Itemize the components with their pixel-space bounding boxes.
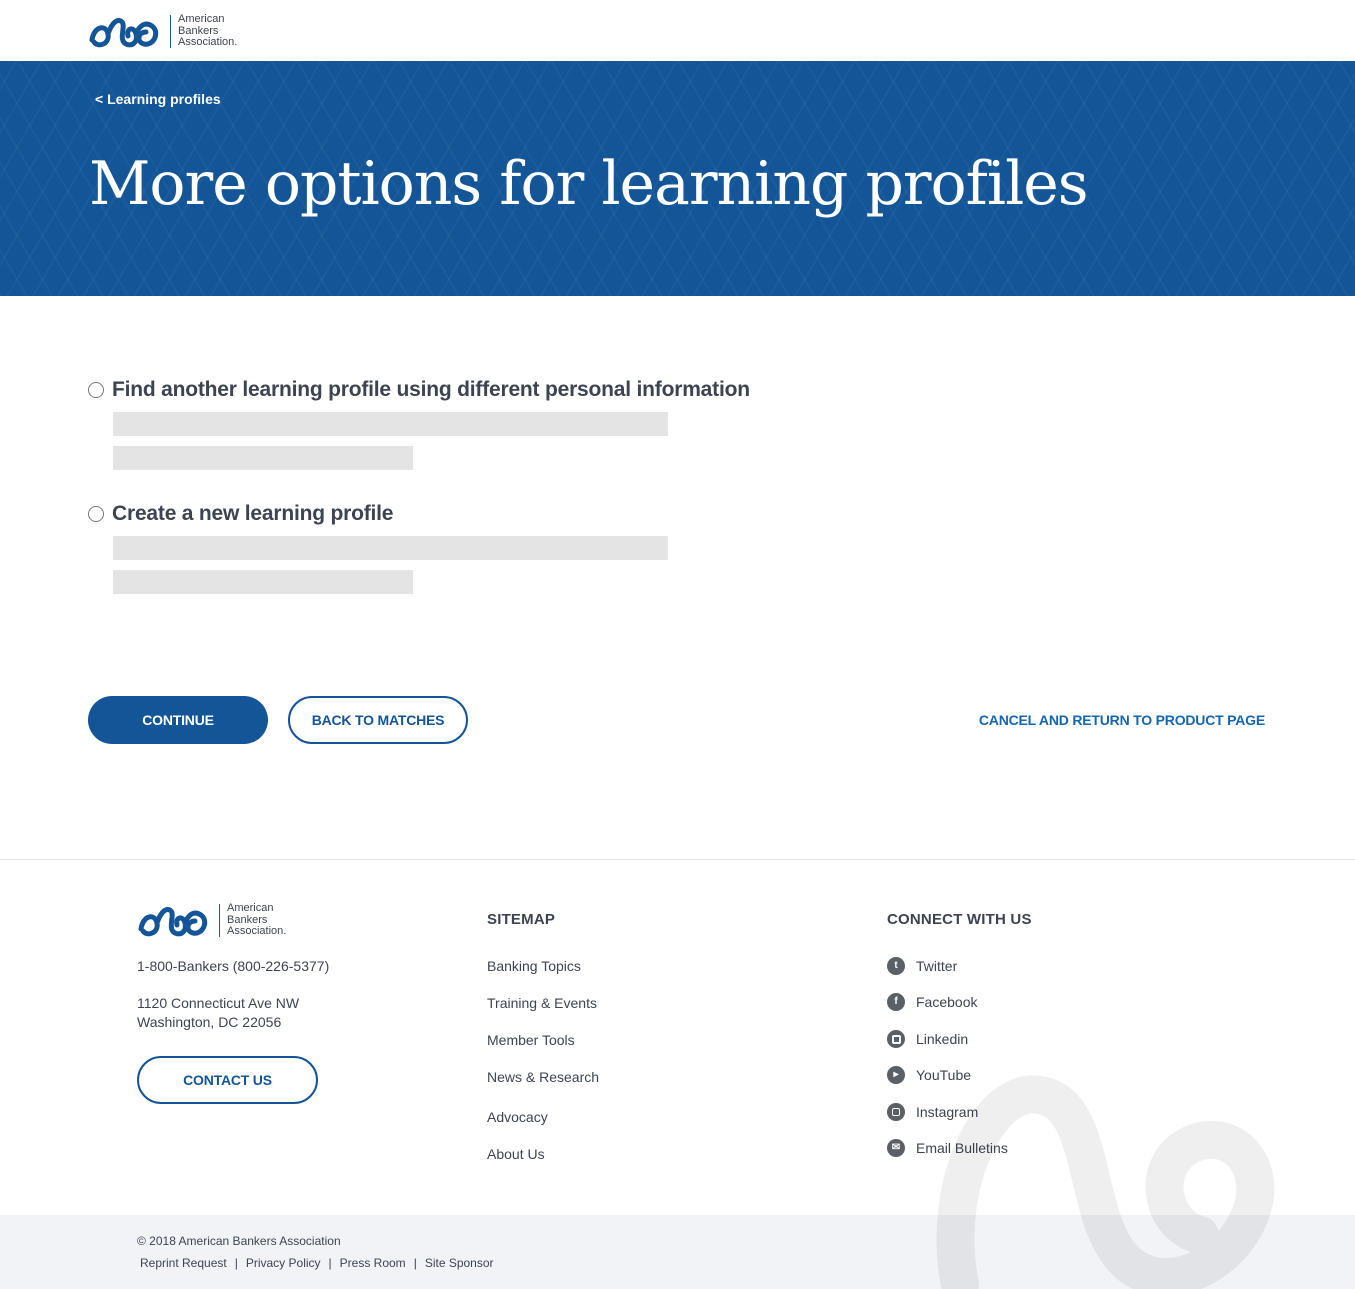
loading-placeholder-line xyxy=(113,446,413,470)
option-create-new-profile[interactable]: Create a new learning profile xyxy=(88,502,788,594)
option-find-another-profile[interactable]: Find another learning profile using diff… xyxy=(88,378,788,470)
social-label: Linkedin xyxy=(916,1031,969,1047)
sitemap-link-advocacy[interactable]: Advocacy xyxy=(487,1109,548,1125)
logo-divider xyxy=(170,14,171,48)
option-row[interactable]: Find another learning profile using diff… xyxy=(88,378,788,402)
legal-link-press-room[interactable]: Press Room xyxy=(340,1256,406,1270)
site-header: American Bankers Association. xyxy=(0,0,1355,61)
loading-placeholder-line xyxy=(113,570,413,594)
footer-aba-logo[interactable]: American Bankers Association. xyxy=(137,902,287,938)
legal-separator: | xyxy=(234,1256,238,1270)
footer-address-line1: 1120 Connecticut Ave NW xyxy=(137,995,300,1011)
footer-divider xyxy=(0,859,1355,860)
sitemap-link-about-us[interactable]: About Us xyxy=(487,1146,545,1162)
connect-heading: CONNECT WITH US xyxy=(887,911,1032,928)
logo-wordmark: American Bankers Association. xyxy=(227,902,287,938)
aba-logo-mark-icon xyxy=(89,18,159,48)
back-to-matches-button[interactable]: BACK TO MATCHES xyxy=(288,696,468,744)
continue-button[interactable]: CONTINUE xyxy=(88,696,268,744)
legal-separator: | xyxy=(413,1256,417,1270)
breadcrumb-learning-profiles[interactable]: < Learning profiles xyxy=(95,91,221,107)
linkedin-icon xyxy=(887,1030,905,1048)
radio-find-another-profile[interactable] xyxy=(88,381,104,398)
footer-bottom-bar xyxy=(0,1215,1355,1289)
social-label: YouTube xyxy=(916,1067,972,1083)
option-label[interactable]: Find another learning profile using diff… xyxy=(112,378,750,402)
social-link-instagram[interactable]: Instagram xyxy=(887,1103,978,1121)
sitemap-heading: SITEMAP xyxy=(487,911,556,928)
social-label: Facebook xyxy=(916,994,978,1010)
copyright-text: © 2018 American Bankers Association xyxy=(137,1234,341,1248)
loading-placeholder-line xyxy=(113,536,668,560)
legal-separator: | xyxy=(328,1256,332,1270)
cancel-return-link[interactable]: CANCEL AND RETURN TO PRODUCT PAGE xyxy=(979,712,1265,728)
social-link-email-bulletins[interactable]: ✉ Email Bulletins xyxy=(887,1139,1008,1157)
sitemap-link-training-events[interactable]: Training & Events xyxy=(487,995,597,1011)
email-icon: ✉ xyxy=(887,1139,905,1157)
footer-address-line2: Washington, DC 22056 xyxy=(137,1014,282,1030)
legal-links: Reprint Request | Privacy Policy | Press… xyxy=(140,1256,494,1270)
radio-create-new-profile[interactable] xyxy=(88,505,104,522)
loading-placeholder-line xyxy=(113,412,668,436)
legal-link-reprint-request[interactable]: Reprint Request xyxy=(140,1256,227,1270)
social-link-youtube[interactable]: ▸ YouTube xyxy=(887,1066,971,1084)
facebook-icon: f xyxy=(887,993,905,1011)
hero-banner: < Learning profiles More options for lea… xyxy=(0,61,1355,296)
social-label: Email Bulletins xyxy=(916,1140,1008,1156)
instagram-icon xyxy=(887,1103,905,1121)
social-label: Instagram xyxy=(916,1104,979,1120)
social-link-twitter[interactable]: t Twitter xyxy=(887,957,957,975)
page-title: More options for learning profiles xyxy=(89,149,1089,219)
social-link-facebook[interactable]: f Facebook xyxy=(887,993,977,1011)
logo-wordmark: American Bankers Association. xyxy=(178,13,238,49)
option-row[interactable]: Create a new learning profile xyxy=(88,502,788,526)
footer-phone: 1-800-Bankers (800-226-5377) xyxy=(137,958,330,974)
sitemap-link-banking-topics[interactable]: Banking Topics xyxy=(487,958,581,974)
twitter-icon: t xyxy=(887,957,905,975)
legal-link-privacy-policy[interactable]: Privacy Policy xyxy=(246,1256,321,1270)
aba-logo-mark-icon xyxy=(138,907,208,937)
aba-logo[interactable]: American Bankers Association. xyxy=(88,13,238,49)
logo-divider xyxy=(219,903,220,937)
social-label: Twitter xyxy=(916,958,958,974)
option-label[interactable]: Create a new learning profile xyxy=(112,502,393,526)
legal-link-site-sponsor[interactable]: Site Sponsor xyxy=(425,1256,494,1270)
sitemap-link-member-tools[interactable]: Member Tools xyxy=(487,1032,575,1048)
contact-us-button[interactable]: CONTACT US xyxy=(137,1056,318,1104)
youtube-icon: ▸ xyxy=(887,1066,905,1084)
social-link-linkedin[interactable]: Linkedin xyxy=(887,1030,968,1048)
sitemap-link-news-research[interactable]: News & Research xyxy=(487,1069,599,1085)
